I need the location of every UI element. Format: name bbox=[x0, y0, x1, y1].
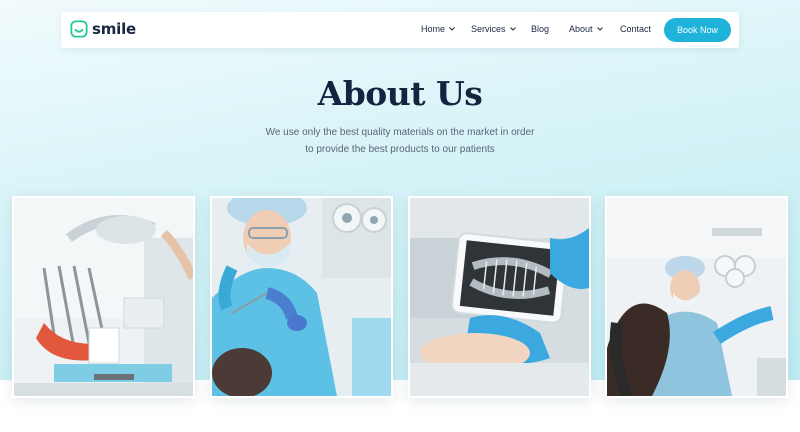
page-title: About Us bbox=[317, 74, 483, 113]
book-now-button[interactable]: Book Now bbox=[664, 18, 731, 42]
nav-item-contact[interactable]: Contact bbox=[620, 24, 651, 34]
nav-item-label: Contact bbox=[620, 24, 652, 34]
xray-tablet-photo bbox=[410, 198, 589, 396]
nav-item-label: Services bbox=[471, 24, 506, 34]
dentist-working-photo bbox=[212, 198, 391, 396]
patient-exam-photo bbox=[607, 198, 786, 396]
dental-chair-photo bbox=[14, 198, 193, 396]
nav-item-services[interactable]: Services bbox=[471, 24, 516, 34]
gallery-card-3[interactable] bbox=[408, 196, 591, 398]
chevron-down-icon bbox=[449, 27, 455, 31]
nav-item-label: Blog bbox=[531, 24, 550, 34]
hero-subtitle: We use only the best quality materials o… bbox=[250, 124, 550, 158]
chevron-down-icon bbox=[509, 27, 516, 31]
brand-name: smile bbox=[92, 20, 137, 38]
smile-logo-icon bbox=[70, 20, 88, 38]
gallery-card-4[interactable] bbox=[605, 196, 788, 398]
logo[interactable]: smile bbox=[70, 20, 136, 38]
nav-item-blog[interactable]: Blog bbox=[531, 24, 549, 34]
gallery-card-1[interactable] bbox=[12, 196, 195, 398]
chevron-down-icon bbox=[596, 27, 603, 31]
nav-item-label: About bbox=[569, 24, 593, 34]
nav-item-about[interactable]: About bbox=[569, 24, 603, 34]
nav-item-home[interactable]: Home bbox=[421, 24, 455, 34]
gallery-card-2[interactable] bbox=[210, 196, 393, 398]
subtitle-line-2: to provide the best products to our pati… bbox=[305, 144, 495, 155]
navbar: smile Home Services Blog About Contact B… bbox=[61, 12, 739, 48]
nav-item-label: Home bbox=[421, 24, 446, 34]
subtitle-line-1: We use only the best quality materials o… bbox=[265, 127, 535, 138]
